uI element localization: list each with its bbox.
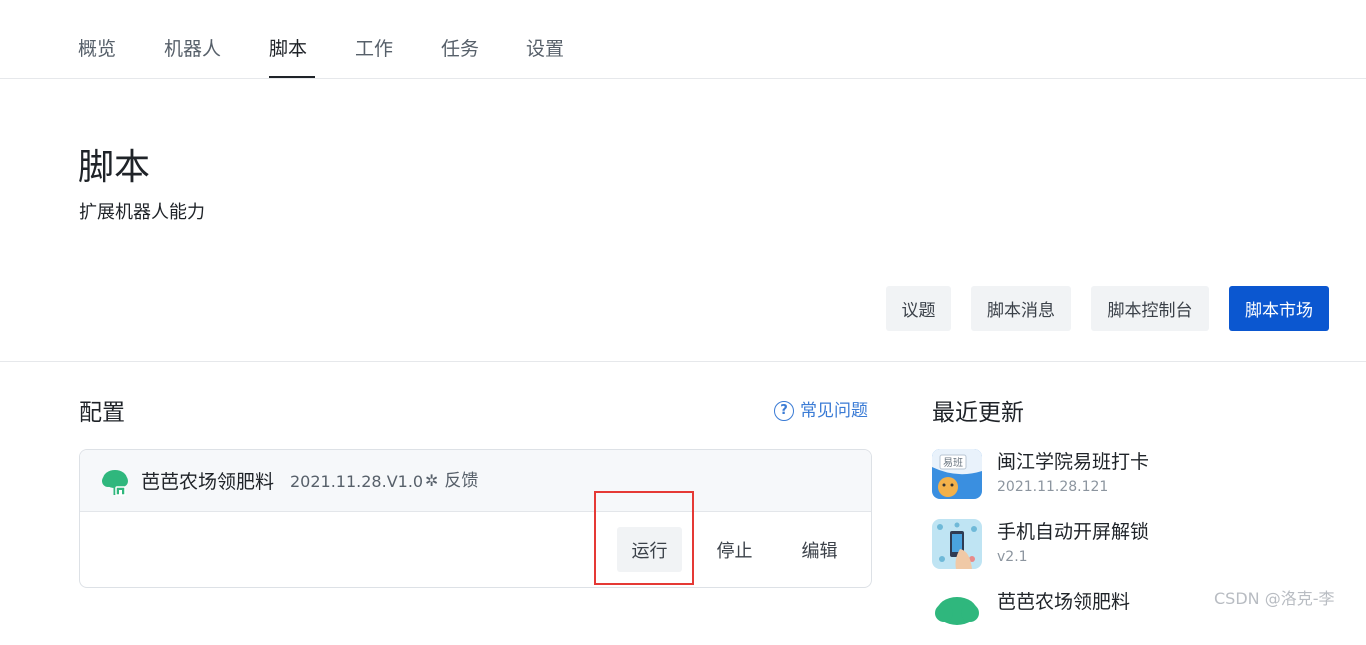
script-console-button[interactable]: 脚本控制台 [1091,286,1209,331]
tab-tasks[interactable]: 任务 [441,36,479,62]
phone-unlock-app-icon [932,519,982,569]
script-name: 芭芭农场领肥料 [141,471,275,493]
recent-item-name: 芭芭农场领肥料 [997,591,1131,613]
recent-updates-title: 最近更新 [932,400,1024,426]
config-section-title: 配置 [79,400,125,426]
tree-app-icon [935,597,979,625]
faq-link[interactable]: ? 常见问题 [774,399,868,423]
active-tab-indicator [269,76,315,78]
script-card-header: 芭芭农场领肥料 2021.11.28.V1.0 ✲ 反馈 [80,450,871,512]
svg-text:易班: 易班 [943,457,963,469]
recent-item-name: 手机自动开屏解锁 [997,521,1150,543]
recent-item-yiban[interactable]: 易班 闽江学院易班打卡 2021.11.28.121 [932,449,1352,505]
tab-settings[interactable]: 设置 [526,36,564,62]
recent-item-version: 2021.11.28.121 [997,479,1109,495]
tree-icon [102,470,128,496]
tab-robots[interactable]: 机器人 [164,36,221,62]
page-subtitle: 扩展机器人能力 [79,202,205,223]
stop-button[interactable]: 停止 [702,527,767,572]
faq-label: 常见问题 [800,401,868,421]
feedback-link[interactable]: ✲ 反馈 [425,468,478,494]
edit-button[interactable]: 编辑 [787,527,852,572]
section-divider [0,361,1366,362]
run-button[interactable]: 运行 [617,527,682,572]
question-circle-icon: ? [774,401,794,421]
script-version: 2021.11.28.V1.0 [290,472,424,491]
issues-button[interactable]: 议题 [886,286,951,331]
yiban-app-icon: 易班 [932,449,982,499]
script-messages-button[interactable]: 脚本消息 [971,286,1071,331]
tab-work[interactable]: 工作 [355,36,393,62]
script-config-card: 芭芭农场领肥料 2021.11.28.V1.0 ✲ 反馈 运行 停止 编辑 [79,449,872,588]
bug-icon: ✲ [425,471,439,490]
watermark: CSDN @洛克-李 [1214,589,1335,608]
recent-item-name: 闽江学院易班打卡 [997,451,1150,473]
feedback-label: 反馈 [444,471,479,491]
tab-scripts[interactable]: 脚本 [269,36,307,62]
script-market-button[interactable]: 脚本市场 [1229,286,1329,331]
recent-item-phone-unlock[interactable]: 手机自动开屏解锁 v2.1 [932,519,1352,575]
top-nav: 概览 机器人 脚本 工作 任务 设置 [0,0,1366,79]
recent-item-version: v2.1 [997,549,1028,565]
page-title: 脚本 [78,147,151,188]
tab-overview[interactable]: 概览 [78,36,116,62]
